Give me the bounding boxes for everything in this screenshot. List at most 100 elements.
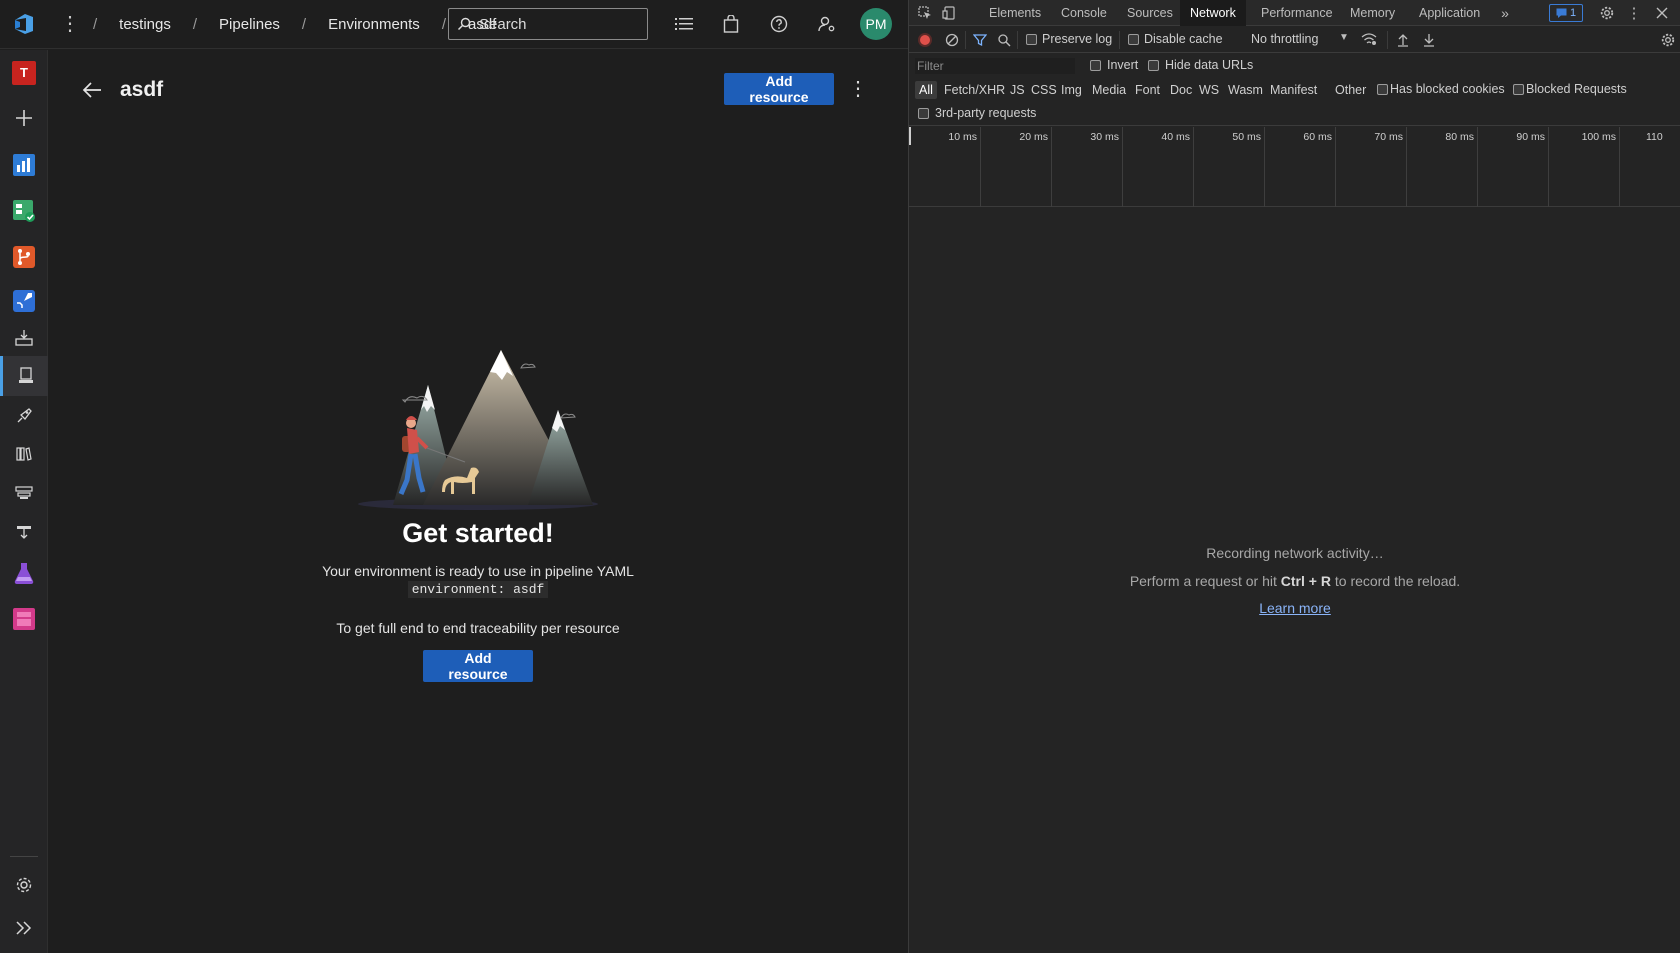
type-ws[interactable]: WS xyxy=(1199,81,1219,99)
type-fetch-xhr[interactable]: Fetch/XHR xyxy=(944,81,1005,99)
type-img[interactable]: Img xyxy=(1061,81,1082,99)
filter-icon[interactable] xyxy=(972,33,988,50)
network-settings-icon[interactable] xyxy=(1661,33,1675,50)
expand-icon[interactable] xyxy=(0,905,48,950)
tab-performance[interactable]: Performance xyxy=(1251,0,1343,26)
breadcrumb-separator: / xyxy=(301,16,307,33)
third-party-checkbox[interactable] xyxy=(918,108,929,119)
devtools-tab-bar: Elements Console Sources Network Perform… xyxy=(909,0,1680,26)
user-settings-icon[interactable] xyxy=(815,12,839,36)
releases-icon[interactable] xyxy=(0,396,48,436)
hide-data-urls-label: Hide data URLs xyxy=(1165,58,1254,72)
top-bar: ⋮ / testings / Pipelines / Environments … xyxy=(0,0,908,49)
invert-checkbox[interactable] xyxy=(1090,60,1101,71)
devtools-settings-icon[interactable] xyxy=(1599,5,1615,21)
type-css[interactable]: CSS xyxy=(1031,81,1057,99)
message-icon xyxy=(1556,8,1567,18)
key-r: R xyxy=(1320,573,1331,589)
issues-badge[interactable]: 1 xyxy=(1549,4,1583,22)
type-media[interactable]: Media xyxy=(1092,81,1126,99)
marketplace-bag-icon[interactable] xyxy=(719,12,743,36)
environments-icon[interactable] xyxy=(0,356,48,396)
type-doc[interactable]: Doc xyxy=(1170,81,1192,99)
type-wasm[interactable]: Wasm xyxy=(1228,81,1263,99)
type-all[interactable]: All xyxy=(915,81,937,99)
third-party-row: 3rd-party requests xyxy=(909,102,1680,126)
record-icon[interactable] xyxy=(918,33,932,47)
network-overview-timeline[interactable]: 10 ms 20 ms 30 ms 40 ms 50 ms 60 ms 70 m… xyxy=(909,127,1680,207)
has-blocked-cookies-checkbox[interactable] xyxy=(1377,84,1388,95)
left-nav-rail: T xyxy=(0,50,48,953)
import-har-icon[interactable] xyxy=(1397,33,1409,50)
more-vertical-icon[interactable]: ⋮ xyxy=(60,12,80,36)
throttling-select[interactable]: No throttling xyxy=(1251,32,1318,46)
search-box[interactable]: Search xyxy=(448,8,648,40)
breadcrumb-separator: / xyxy=(192,16,198,33)
timeline-gridline xyxy=(1477,127,1478,207)
boards-icon[interactable] xyxy=(0,188,48,233)
device-toolbar-icon[interactable] xyxy=(941,5,957,21)
network-conditions-icon[interactable] xyxy=(1361,32,1377,49)
azure-devops-logo-icon[interactable] xyxy=(12,12,36,36)
empty-state-line1: Your environment is ready to use in pipe… xyxy=(322,563,634,579)
timeline-gridline xyxy=(1548,127,1549,207)
type-font[interactable]: Font xyxy=(1135,81,1160,99)
customize-menu-icon[interactable]: ⋮ xyxy=(1626,5,1642,22)
timeline-gridline xyxy=(1122,127,1123,207)
tab-console[interactable]: Console xyxy=(1051,0,1117,26)
pipelines-icon[interactable] xyxy=(0,278,48,323)
inspect-element-icon[interactable] xyxy=(917,5,933,21)
breadcrumb-project[interactable]: testings xyxy=(119,16,171,33)
recording-status: Recording network activity… xyxy=(1206,545,1384,561)
empty-state: Get started! Your environment is ready t… xyxy=(280,340,676,682)
task-groups-icon[interactable] xyxy=(0,473,48,513)
close-devtools-icon[interactable] xyxy=(1654,5,1670,21)
has-blocked-cookies-label: Has blocked cookies xyxy=(1390,82,1505,96)
type-other[interactable]: Other xyxy=(1335,81,1366,99)
mountain-hiker-illustration xyxy=(358,350,598,510)
more-actions-icon[interactable]: ⋮ xyxy=(848,78,868,102)
breadcrumb-pipelines[interactable]: Pipelines xyxy=(219,16,280,33)
clear-icon[interactable] xyxy=(945,33,959,50)
toolbar-divider xyxy=(965,31,966,49)
hide-data-urls-checkbox[interactable] xyxy=(1148,60,1159,71)
library-icon[interactable] xyxy=(0,434,48,474)
pipelines-builds-icon[interactable] xyxy=(0,318,48,358)
help-icon[interactable] xyxy=(767,12,791,36)
devtools-pane: Elements Console Sources Network Perform… xyxy=(908,0,1680,953)
more-tabs-icon[interactable]: » xyxy=(1497,5,1513,21)
type-manifest[interactable]: Manifest xyxy=(1270,81,1317,99)
add-resource-button[interactable]: Add resource xyxy=(724,73,834,105)
back-arrow-icon[interactable] xyxy=(82,81,102,99)
export-har-icon[interactable] xyxy=(1423,33,1435,50)
tab-elements[interactable]: Elements xyxy=(979,0,1051,26)
avatar[interactable]: PM xyxy=(860,8,892,40)
chevron-down-icon[interactable]: ▼ xyxy=(1339,32,1349,43)
tick-label: 20 ms xyxy=(1019,131,1048,143)
repos-icon[interactable] xyxy=(0,234,48,279)
tab-sources[interactable]: Sources xyxy=(1117,0,1183,26)
breadcrumb-environments[interactable]: Environments xyxy=(328,16,420,33)
tab-application[interactable]: Application xyxy=(1409,0,1490,26)
search-placeholder: Search xyxy=(479,15,527,33)
tab-network[interactable]: Network xyxy=(1180,0,1246,26)
task-list-icon[interactable] xyxy=(672,12,696,36)
search-icon[interactable] xyxy=(997,33,1011,50)
project-badge[interactable]: T xyxy=(0,50,48,95)
preserve-log-checkbox[interactable] xyxy=(1026,34,1037,45)
type-js[interactable]: JS xyxy=(1010,81,1025,99)
add-resource-cta-button[interactable]: Add resource xyxy=(423,650,533,682)
learn-more-link[interactable]: Learn more xyxy=(909,600,1680,616)
tab-memory[interactable]: Memory xyxy=(1340,0,1405,26)
blocked-requests-checkbox[interactable] xyxy=(1513,84,1524,95)
overview-icon[interactable] xyxy=(0,142,48,187)
artifacts-icon[interactable] xyxy=(0,596,48,641)
filter-input[interactable]: Filter xyxy=(915,58,1075,74)
tick-label: 110 xyxy=(1646,131,1663,143)
deployment-groups-icon[interactable] xyxy=(0,512,48,552)
test-plans-icon[interactable] xyxy=(0,550,48,595)
key-ctrl: Ctrl xyxy=(1280,573,1305,589)
disable-cache-checkbox[interactable] xyxy=(1128,34,1139,45)
add-icon[interactable] xyxy=(0,95,48,140)
settings-icon[interactable] xyxy=(0,862,48,907)
